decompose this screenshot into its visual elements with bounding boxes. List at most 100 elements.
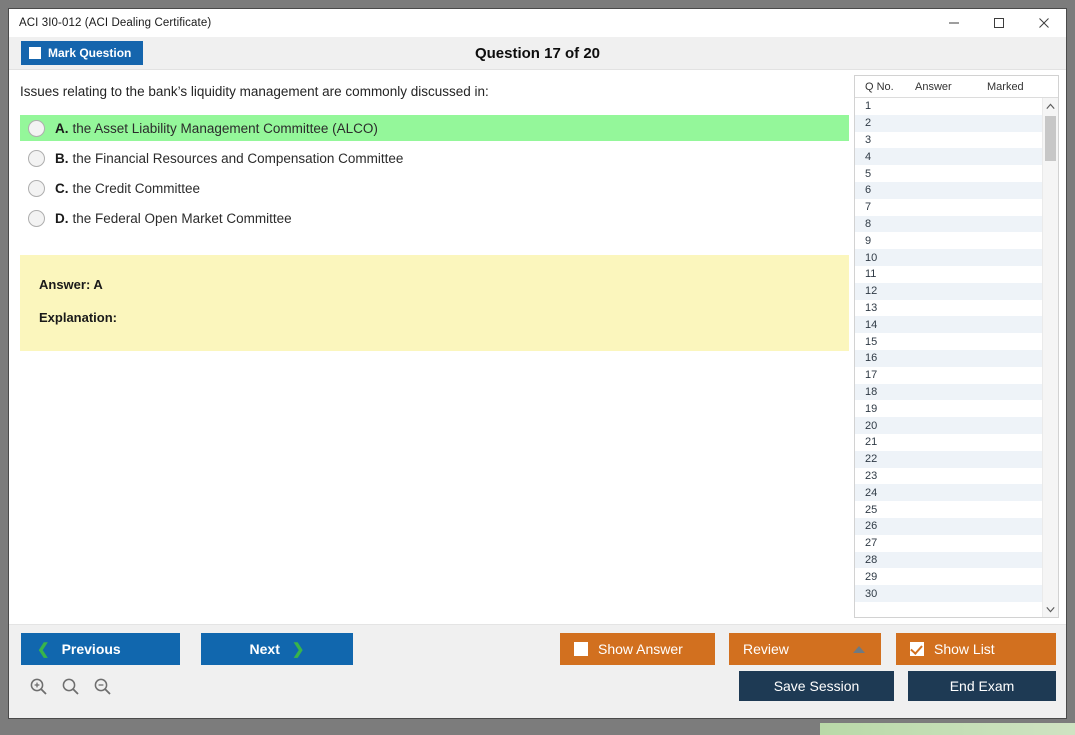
question-list-scrollbar[interactable] [1042, 98, 1058, 617]
option-text-c: the Credit Committee [73, 181, 201, 196]
question-list-row[interactable]: 4 [855, 148, 1042, 165]
question-list-scroll-area: 1234567891011121314151617181920212223242… [855, 98, 1058, 617]
question-list-row[interactable]: 2 [855, 115, 1042, 132]
show-list-label: Show List [934, 641, 995, 657]
question-list-row[interactable]: 5 [855, 165, 1042, 182]
show-list-button[interactable]: Show List [896, 633, 1056, 665]
show-answer-button[interactable]: Show Answer [560, 633, 715, 665]
question-row-number: 17 [855, 369, 911, 381]
taskbar-sliver [820, 723, 1075, 735]
magnifier-icon[interactable] [57, 673, 83, 699]
option-b[interactable]: B. the Financial Resources and Compensat… [20, 145, 849, 171]
option-letter-c: C. [55, 181, 69, 196]
desktop-background: ACI 3I0-012 (ACI Dealing Certificate) Ma… [0, 0, 1075, 735]
question-row-number: 25 [855, 504, 911, 516]
mark-question-button[interactable]: Mark Question [21, 41, 143, 65]
save-session-label: Save Session [774, 678, 860, 694]
question-list-row[interactable]: 27 [855, 535, 1042, 552]
end-exam-button[interactable]: End Exam [908, 671, 1056, 701]
scrollbar-thumb[interactable] [1045, 116, 1056, 161]
question-row-number: 9 [855, 235, 911, 247]
question-row-number: 12 [855, 285, 911, 297]
option-text-b: the Financial Resources and Compensation… [73, 151, 404, 166]
question-row-number: 29 [855, 571, 911, 583]
question-row-number: 26 [855, 520, 911, 532]
question-row-number: 7 [855, 201, 911, 213]
question-list-row[interactable]: 23 [855, 468, 1042, 485]
question-row-number: 2 [855, 117, 911, 129]
question-list-row[interactable]: 6 [855, 182, 1042, 199]
next-button[interactable]: Next ❯ [201, 633, 353, 665]
column-header-marked: Marked [987, 81, 1057, 93]
option-text-a: the Asset Liability Management Committee… [73, 121, 378, 136]
next-label: Next [250, 641, 280, 657]
question-list-row[interactable]: 28 [855, 552, 1042, 569]
radio-icon-b[interactable] [28, 150, 45, 167]
radio-icon-c[interactable] [28, 180, 45, 197]
zoom-out-icon[interactable] [89, 673, 115, 699]
question-list-row[interactable]: 13 [855, 300, 1042, 317]
question-row-number: 22 [855, 453, 911, 465]
minimize-icon[interactable] [931, 9, 976, 37]
question-list-row[interactable]: 15 [855, 333, 1042, 350]
question-list-row[interactable]: 10 [855, 249, 1042, 266]
question-list-row[interactable]: 3 [855, 132, 1042, 149]
question-list-row[interactable]: 25 [855, 501, 1042, 518]
column-header-answer: Answer [915, 81, 987, 93]
question-list-row[interactable]: 24 [855, 484, 1042, 501]
show-list-checkbox[interactable] [910, 642, 924, 656]
option-letter-d: D. [55, 211, 69, 226]
question-list-row[interactable]: 12 [855, 283, 1042, 300]
question-list-row[interactable]: 22 [855, 451, 1042, 468]
window-title: ACI 3I0-012 (ACI Dealing Certificate) [9, 17, 211, 29]
close-icon[interactable] [1021, 9, 1066, 37]
question-list-row[interactable]: 9 [855, 232, 1042, 249]
answer-label: Answer: A [39, 277, 849, 292]
question-list-row[interactable]: 16 [855, 350, 1042, 367]
question-row-number: 27 [855, 537, 911, 549]
question-list-row[interactable]: 19 [855, 400, 1042, 417]
chevron-left-icon: ❮ [37, 640, 50, 658]
question-list-row[interactable]: 8 [855, 216, 1042, 233]
question-row-number: 20 [855, 420, 911, 432]
review-dropdown[interactable]: Review [729, 633, 881, 665]
review-label: Review [743, 641, 789, 657]
option-a[interactable]: A. the Asset Liability Management Commit… [20, 115, 849, 141]
question-row-number: 13 [855, 302, 911, 314]
exam-footer: ❮ Previous Next ❯ Show Answer Review Sho… [9, 624, 1066, 718]
exam-body: Issues relating to the bank’s liquidity … [9, 70, 1066, 624]
maximize-icon[interactable] [976, 9, 1021, 37]
question-list-row[interactable]: 11 [855, 266, 1042, 283]
question-list-row[interactable]: 1 [855, 98, 1042, 115]
chevron-up-icon-review[interactable] [853, 646, 865, 653]
question-list-row[interactable]: 18 [855, 384, 1042, 401]
chevron-right-icon: ❯ [292, 640, 305, 658]
option-d[interactable]: D. the Federal Open Market Committee [20, 205, 849, 231]
question-row-number: 18 [855, 386, 911, 398]
radio-icon-d[interactable] [28, 210, 45, 227]
show-answer-checkbox[interactable] [574, 642, 588, 656]
question-list-row[interactable]: 14 [855, 316, 1042, 333]
save-session-button[interactable]: Save Session [739, 671, 894, 701]
question-list-row[interactable]: 26 [855, 518, 1042, 535]
question-list-row[interactable]: 7 [855, 199, 1042, 216]
mark-question-label: Mark Question [48, 46, 131, 60]
question-list-row[interactable]: 20 [855, 417, 1042, 434]
zoom-in-icon[interactable] [25, 673, 51, 699]
question-list-row[interactable]: 29 [855, 568, 1042, 585]
question-list-header: Q No. Answer Marked [855, 76, 1058, 98]
question-list-row[interactable]: 17 [855, 367, 1042, 384]
option-c[interactable]: C. the Credit Committee [20, 175, 849, 201]
chevron-up-icon[interactable] [1043, 98, 1058, 114]
chevron-down-icon[interactable] [1043, 601, 1058, 617]
option-letter-a: A. [55, 121, 69, 136]
question-pane: Issues relating to the bank’s liquidity … [9, 70, 849, 624]
previous-button[interactable]: ❮ Previous [21, 633, 180, 665]
question-text: Issues relating to the bank’s liquidity … [20, 83, 830, 101]
radio-icon-a[interactable] [28, 120, 45, 137]
show-answer-label: Show Answer [598, 641, 683, 657]
question-list-row[interactable]: 21 [855, 434, 1042, 451]
question-list-row[interactable]: 30 [855, 585, 1042, 602]
question-counter: Question 17 of 20 [9, 37, 1066, 70]
mark-question-checkbox[interactable] [29, 47, 41, 59]
